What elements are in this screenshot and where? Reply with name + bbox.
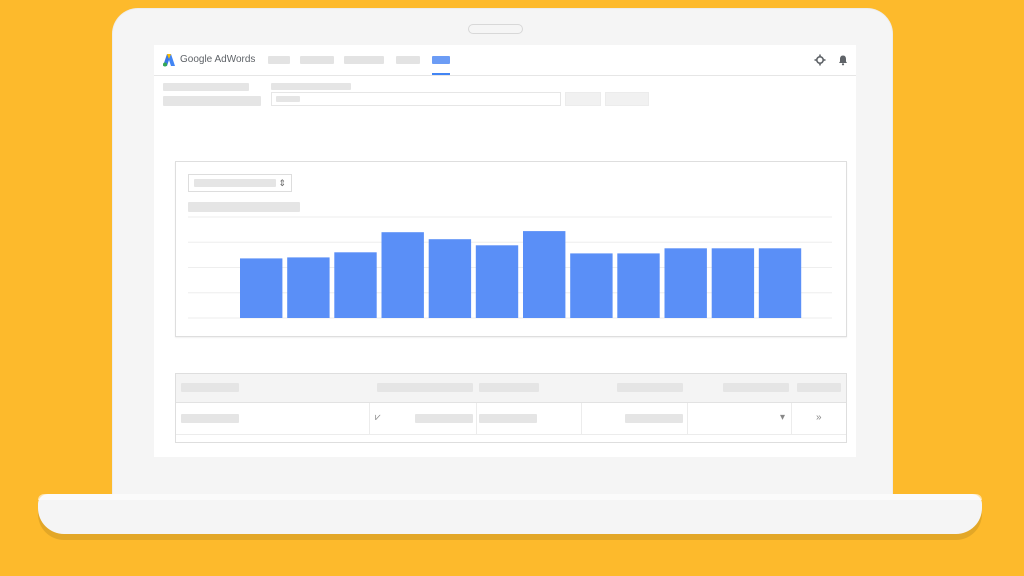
chart-bar[interactable] bbox=[287, 257, 330, 318]
app-header: Google AdWords bbox=[154, 45, 856, 76]
column-header[interactable] bbox=[181, 383, 239, 392]
apply-button[interactable] bbox=[565, 92, 601, 106]
column-header[interactable] bbox=[797, 383, 841, 392]
chart-bar[interactable] bbox=[664, 248, 707, 318]
laptop-camera bbox=[468, 24, 523, 34]
filter-input-placeholder bbox=[276, 96, 300, 102]
column-divider bbox=[476, 403, 477, 434]
page-title-placeholder bbox=[163, 83, 249, 91]
app-name: Google AdWords bbox=[180, 54, 256, 65]
chart-bar[interactable] bbox=[475, 245, 519, 318]
table-cell bbox=[181, 414, 239, 423]
filter-label-placeholder bbox=[271, 83, 351, 90]
table-row[interactable]: ⩗ ▾ » bbox=[176, 403, 846, 435]
table-cell bbox=[625, 414, 683, 423]
column-divider bbox=[687, 403, 688, 434]
column-header[interactable] bbox=[723, 383, 789, 392]
chart-bar[interactable] bbox=[240, 258, 283, 318]
chart-bar[interactable] bbox=[523, 231, 566, 318]
chart-bar[interactable] bbox=[617, 253, 660, 318]
adwords-logo-icon bbox=[163, 54, 175, 67]
campaign-table: ⩗ ▾ » bbox=[175, 373, 847, 443]
filter-input[interactable] bbox=[271, 92, 561, 106]
chart-bar[interactable] bbox=[570, 253, 613, 318]
column-divider bbox=[369, 403, 370, 434]
table-cell bbox=[479, 414, 537, 423]
chart-icon[interactable]: ⩗ bbox=[375, 412, 381, 424]
nav-tab[interactable] bbox=[344, 56, 384, 64]
chart-bar[interactable] bbox=[758, 248, 802, 318]
laptop-base-highlight bbox=[38, 494, 982, 500]
performance-chart-card: ⇕ bbox=[175, 161, 847, 337]
active-tab-indicator bbox=[432, 73, 450, 75]
gear-icon[interactable] bbox=[814, 54, 826, 66]
column-divider bbox=[581, 403, 582, 434]
table-header bbox=[176, 374, 846, 403]
column-divider bbox=[791, 403, 792, 434]
nav-tab[interactable] bbox=[300, 56, 334, 64]
bar-chart bbox=[188, 216, 832, 319]
column-header[interactable] bbox=[377, 383, 473, 392]
nav-tab-active[interactable] bbox=[432, 56, 450, 64]
laptop-base bbox=[38, 494, 982, 534]
nav-tab[interactable] bbox=[268, 56, 290, 64]
page-subtitle-placeholder bbox=[163, 96, 261, 106]
chart-bar[interactable] bbox=[381, 232, 424, 318]
chart-bar[interactable] bbox=[334, 252, 377, 318]
laptop-screen: Google AdWords ⇕ ⩗ ▾ » bbox=[154, 45, 856, 457]
bell-icon[interactable] bbox=[837, 54, 849, 66]
column-header[interactable] bbox=[617, 383, 683, 392]
nav-tab[interactable] bbox=[396, 56, 420, 64]
chart-bar[interactable] bbox=[428, 239, 472, 318]
chart-bar[interactable] bbox=[711, 248, 755, 318]
chevron-right-icon[interactable]: » bbox=[816, 412, 822, 424]
table-cell bbox=[415, 414, 473, 423]
more-button[interactable] bbox=[605, 92, 649, 106]
column-header[interactable] bbox=[479, 383, 539, 392]
caret-down-icon[interactable]: ▾ bbox=[780, 412, 785, 424]
